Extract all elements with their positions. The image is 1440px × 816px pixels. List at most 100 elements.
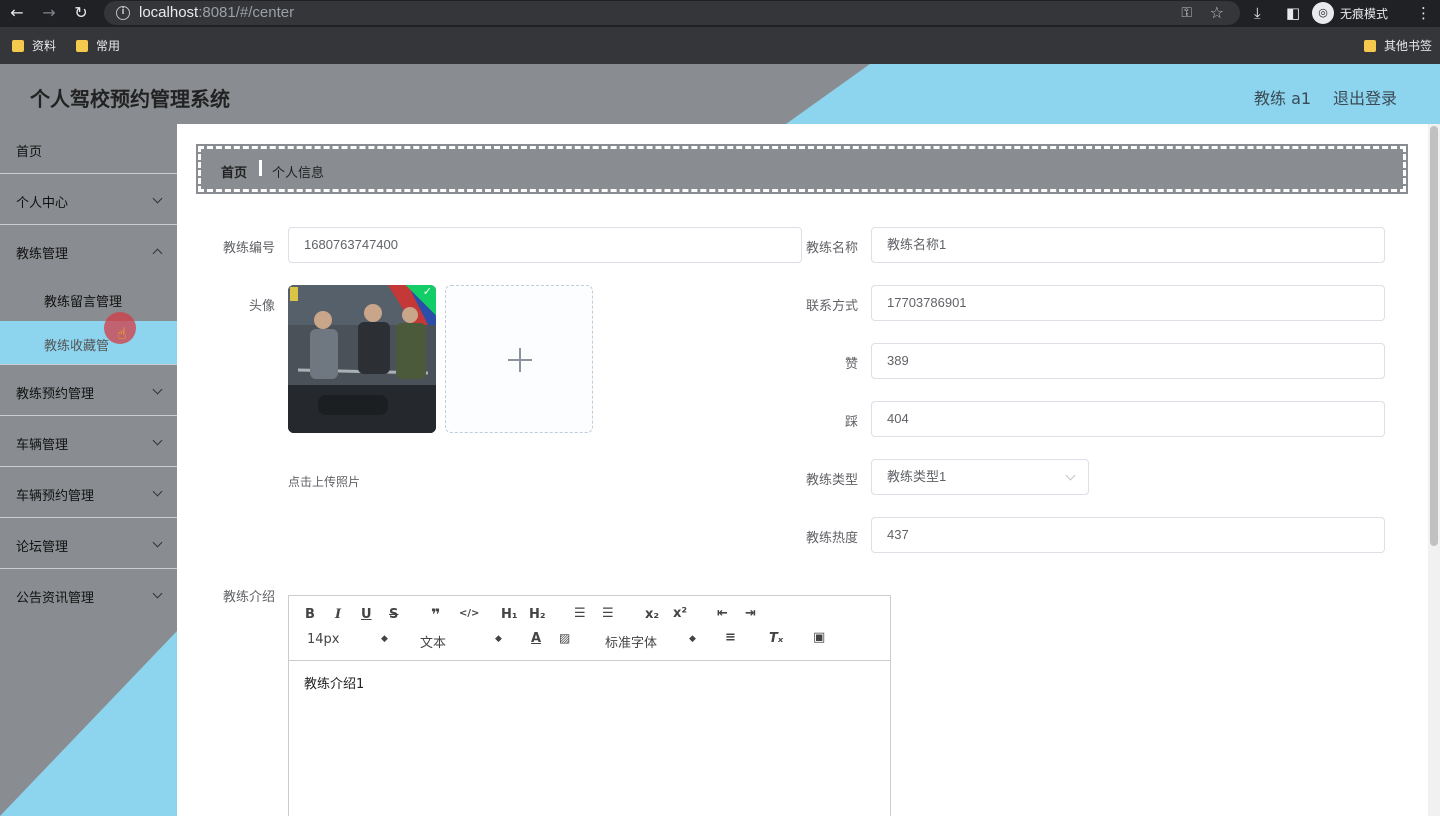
- dislikes-label: 踩: [844, 415, 858, 430]
- chevron-up-icon: [152, 248, 163, 259]
- sidebar-item-vehicle-booking[interactable]: 车辆预约管理: [0, 468, 177, 518]
- h1-icon[interactable]: H₁: [501, 607, 518, 622]
- chevron-down-icon: [152, 588, 163, 599]
- url-text: localhost:8081/#/center: [139, 4, 295, 21]
- page-scrollbar[interactable]: [1428, 124, 1440, 816]
- coach-type-value: 教练类型1: [887, 469, 947, 484]
- sidebar: 首页 个人中心 教练管理 教练留言管理 教练收藏管 教练预约管理 车辆管理 车辆…: [0, 124, 177, 816]
- bookmark-folder-1[interactable]: 资料: [12, 37, 56, 54]
- coach-no-label: 教练编号: [222, 241, 275, 256]
- breadcrumb-home[interactable]: 首页: [221, 162, 247, 181]
- font-size-select[interactable]: 14px: [307, 632, 340, 647]
- sidebar-item-vehicle-management[interactable]: 车辆管理: [0, 417, 177, 467]
- chevron-down-icon: [152, 384, 163, 395]
- folder-icon: [1364, 39, 1376, 52]
- avatar-label: 头像: [248, 299, 275, 314]
- likes-input[interactable]: 389: [871, 343, 1385, 379]
- main-content: 首页 个人信息 教练编号 1680763747400 头像 ✓ 点击上传照片 教…: [177, 124, 1428, 816]
- star-icon[interactable]: ☆: [1210, 3, 1224, 22]
- underline-icon[interactable]: U: [361, 607, 372, 622]
- ordered-list-icon[interactable]: ☰: [574, 606, 586, 621]
- breadcrumb-current: 个人信息: [272, 166, 325, 181]
- code-icon[interactable]: </>: [459, 608, 479, 619]
- coach-no-input[interactable]: 1680763747400: [288, 227, 802, 263]
- sidebar-item-coach-management[interactable]: 教练管理: [0, 226, 177, 276]
- chevron-down-icon: [1065, 470, 1076, 481]
- sidebar-item-announcements[interactable]: 公告资讯管理: [0, 570, 177, 620]
- sidebar-item-coach-favorites[interactable]: 教练收藏管: [0, 321, 177, 365]
- outdent-icon[interactable]: ⇤: [717, 606, 728, 621]
- avatar-image[interactable]: ✓: [288, 285, 436, 433]
- bookmarks-bar: 资料 常用 其他书签: [0, 27, 1440, 64]
- app-header: 个人驾校预约管理系统 教练 a1 退出登录: [0, 64, 1440, 124]
- rich-text-editor: B I U S ❞ </> H₁ H₂ ☰ ☰ x₂ x² ⇤ ⇥ 14px ◆…: [288, 595, 891, 816]
- sidebar-item-personal-center[interactable]: 个人中心: [0, 175, 177, 225]
- avatar-upload-button[interactable]: [445, 285, 593, 433]
- subscript-icon[interactable]: x₂: [645, 607, 659, 622]
- incognito-badge[interactable]: ◎ 无痕模式: [1312, 2, 1388, 24]
- address-bar[interactable]: i localhost:8081/#/center ⚿ ☆: [104, 1, 1240, 25]
- incognito-label: 无痕模式: [1340, 6, 1389, 21]
- blockquote-icon[interactable]: ❞: [431, 605, 440, 624]
- forward-icon[interactable]: →: [40, 4, 58, 22]
- coach-type-select[interactable]: 教练类型1: [871, 459, 1089, 495]
- intro-label: 教练介绍: [222, 590, 275, 605]
- other-bookmarks[interactable]: 其他书签: [1364, 37, 1432, 54]
- background-color-icon[interactable]: ▨: [559, 631, 570, 645]
- coach-name-input[interactable]: 教练名称1: [871, 227, 1385, 263]
- select-arrow-icon: ◆: [495, 634, 502, 644]
- gym-photo: [288, 285, 436, 433]
- reload-icon[interactable]: ↻: [72, 4, 90, 22]
- chevron-down-icon: [152, 486, 163, 497]
- bullet-list-icon[interactable]: ☰: [602, 606, 614, 621]
- select-arrow-icon: ◆: [689, 634, 696, 644]
- heat-label: 教练热度: [805, 531, 858, 546]
- font-family-select[interactable]: 标准字体: [605, 632, 657, 651]
- block-type-select[interactable]: 文本: [420, 632, 446, 651]
- likes-label: 赞: [844, 357, 858, 372]
- folder-icon: [76, 39, 88, 52]
- download-icon[interactable]: ⤓: [1254, 4, 1261, 22]
- breadcrumb: 首页 个人信息: [196, 144, 1408, 194]
- sidebar-item-coach-booking[interactable]: 教练预约管理: [0, 366, 177, 416]
- editor-content[interactable]: 教练介绍1: [289, 661, 890, 816]
- chevron-down-icon: [152, 537, 163, 548]
- coach-name-label: 教练名称: [805, 241, 858, 256]
- key-icon[interactable]: ⚿: [1181, 5, 1192, 21]
- sidebar-item-coach-messages[interactable]: 教练留言管理: [0, 277, 177, 321]
- sidepanel-icon[interactable]: ◧: [1286, 4, 1300, 22]
- hand-cursor-icon: ☝: [117, 324, 127, 343]
- italic-icon[interactable]: I: [335, 607, 341, 622]
- menu-kebab-icon[interactable]: ⋮: [1416, 4, 1431, 22]
- strike-icon[interactable]: S: [389, 607, 398, 622]
- font-color-icon[interactable]: A: [531, 631, 541, 646]
- scrollbar-thumb[interactable]: [1430, 126, 1438, 546]
- sidebar-item-forum-management[interactable]: 论坛管理: [0, 519, 177, 569]
- upload-tip: 点击上传照片: [288, 475, 361, 489]
- contact-label: 联系方式: [805, 299, 858, 314]
- select-arrow-icon: ◆: [381, 634, 388, 644]
- info-icon[interactable]: i: [116, 6, 130, 20]
- app-title: 个人驾校预约管理系统: [30, 87, 230, 111]
- breadcrumb-separator: [259, 160, 262, 176]
- chevron-down-icon: [152, 435, 163, 446]
- dislikes-input[interactable]: 404: [871, 401, 1385, 437]
- bold-icon[interactable]: B: [305, 607, 315, 622]
- chevron-down-icon: [152, 193, 163, 204]
- clear-format-icon[interactable]: Tₓ: [769, 631, 783, 646]
- indent-icon[interactable]: ⇥: [745, 606, 756, 621]
- coach-type-label: 教练类型: [805, 473, 858, 488]
- superscript-icon[interactable]: x²: [673, 606, 687, 621]
- sidebar-item-home[interactable]: 首页: [0, 124, 177, 174]
- back-icon[interactable]: ←: [8, 4, 26, 22]
- h2-icon[interactable]: H₂: [529, 607, 546, 622]
- editor-toolbar: B I U S ❞ </> H₁ H₂ ☰ ☰ x₂ x² ⇤ ⇥ 14px ◆…: [289, 596, 890, 661]
- contact-input[interactable]: 17703786901: [871, 285, 1385, 321]
- sidebar-decoration: [0, 631, 177, 816]
- logout-link[interactable]: 退出登录: [1333, 85, 1397, 109]
- image-icon[interactable]: ▣: [813, 630, 825, 645]
- folder-icon: [12, 39, 24, 52]
- heat-input[interactable]: 437: [871, 517, 1385, 553]
- align-icon[interactable]: ≡: [725, 630, 736, 645]
- bookmark-folder-2[interactable]: 常用: [76, 37, 120, 54]
